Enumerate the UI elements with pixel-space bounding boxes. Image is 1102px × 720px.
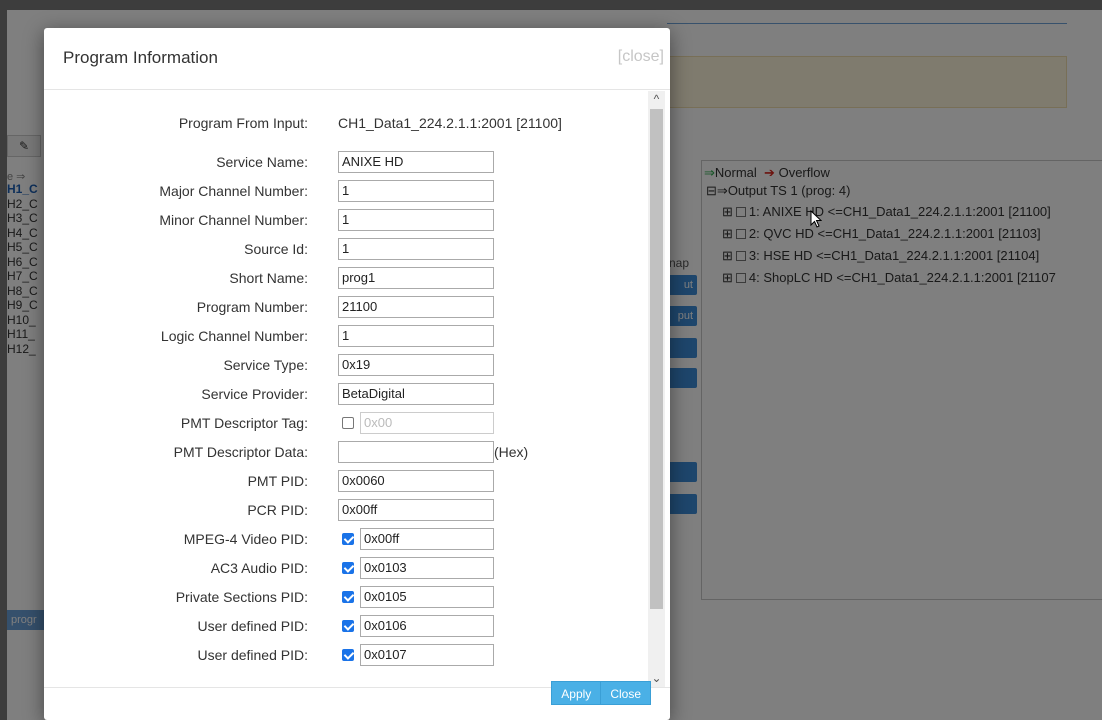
pmt-pid-input[interactable]: 0x0060 (338, 470, 494, 492)
private-sections-pid-checkbox[interactable] (342, 591, 354, 603)
field-label: User defined PID: (197, 618, 309, 634)
pcr-pid-row: PCR PID: 0x00ff (44, 499, 648, 521)
user-defined-pid-input[interactable]: 0x0107 (360, 644, 494, 666)
pmt-descriptor-tag-checkbox[interactable] (342, 417, 354, 429)
dialog-button-group: Apply Close (551, 681, 651, 705)
ac3-audio-pid-input[interactable]: 0x0103 (360, 557, 494, 579)
field-label: Major Channel Number: (159, 183, 308, 199)
apply-button[interactable]: Apply (551, 681, 602, 705)
mpeg4-video-pid-row: MPEG-4 Video PID: 0x00ff (44, 528, 648, 550)
field-label: AC3 Audio PID: (210, 560, 308, 576)
program-number-row: Program Number: 21100 (44, 296, 648, 318)
mpeg4-video-pid-input[interactable]: 0x00ff (360, 528, 494, 550)
field-label: Source Id: (244, 241, 308, 257)
field-label: MPEG-4 Video PID: (183, 531, 308, 547)
pcr-pid-input[interactable]: 0x00ff (338, 499, 494, 521)
pmt-descriptor-data-row: PMT Descriptor Data: (Hex) (44, 441, 648, 463)
field-label: Minor Channel Number: (159, 212, 308, 228)
minor-channel-input[interactable]: 1 (338, 209, 494, 231)
dialog-title: Program Information (63, 48, 218, 67)
short-name-input[interactable]: prog1 (338, 267, 494, 289)
mouse-cursor-icon (810, 210, 822, 228)
scrollbar-thumb[interactable] (650, 109, 663, 609)
service-name-input[interactable]: ANIXE HD (338, 151, 494, 173)
private-sections-pid-input[interactable]: 0x0105 (360, 586, 494, 608)
logic-channel-row: Logic Channel Number: 1 (44, 325, 648, 347)
private-sections-pid-row: Private Sections PID: 0x0105 (44, 586, 648, 608)
field-label: Logic Channel Number: (160, 328, 308, 344)
user-defined-pid-input[interactable]: 0x0106 (360, 615, 494, 637)
logic-channel-input[interactable]: 1 (338, 325, 494, 347)
field-label: Service Type: (223, 357, 308, 373)
mpeg4-video-pid-checkbox[interactable] (342, 533, 354, 545)
hex-suffix: (Hex) (494, 444, 529, 460)
service-type-row: Service Type: 0x19 (44, 354, 648, 376)
service-provider-row: Service Provider: BetaDigital (44, 383, 648, 405)
service-type-input[interactable]: 0x19 (338, 354, 494, 376)
field-label: PMT Descriptor Tag: (180, 415, 308, 431)
field-label: Service Provider: (201, 386, 308, 402)
vertical-scrollbar[interactable]: ^ ⌄ (648, 91, 665, 687)
field-label: Program From Input: (178, 115, 308, 131)
program-from-input-row: Program From Input: CH1_Data1_224.2.1.1:… (44, 112, 648, 134)
ac3-audio-pid-row: AC3 Audio PID: 0x0103 (44, 557, 648, 579)
field-label: PCR PID: (247, 502, 308, 518)
user-defined-pid-checkbox[interactable] (342, 649, 354, 661)
field-label: Short Name: (229, 270, 308, 286)
source-id-row: Source Id: 1 (44, 238, 648, 260)
field-label: Private Sections PID: (175, 589, 308, 605)
field-label: Program Number: (196, 299, 308, 315)
major-channel-row: Major Channel Number: 1 (44, 180, 648, 202)
field-label: PMT Descriptor Data: (173, 444, 308, 460)
user-defined-pid-row: User defined PID: 0x0107 (44, 644, 648, 666)
field-label: User defined PID: (197, 647, 309, 663)
user-defined-pid-checkbox[interactable] (342, 620, 354, 632)
pmt-descriptor-tag-input[interactable]: 0x00 (360, 412, 494, 434)
ac3-audio-pid-checkbox[interactable] (342, 562, 354, 574)
dialog-body[interactable]: Program From Input: CH1_Data1_224.2.1.1:… (44, 91, 670, 687)
close-button[interactable]: Close (600, 681, 651, 705)
service-name-row: Service Name: ANIXE HD (44, 151, 648, 173)
major-channel-input[interactable]: 1 (338, 180, 494, 202)
program-information-dialog: Program Information [close] Program From… (44, 28, 670, 720)
close-link[interactable]: [close] (618, 48, 664, 66)
user-defined-pid-row: User defined PID: 0x0106 (44, 615, 648, 637)
source-id-input[interactable]: 1 (338, 238, 494, 260)
scroll-up-arrow-icon[interactable]: ^ (648, 91, 665, 108)
pmt-pid-row: PMT PID: 0x0060 (44, 470, 648, 492)
program-number-input[interactable]: 21100 (338, 296, 494, 318)
dialog-footer: Apply Close (44, 681, 670, 720)
short-name-row: Short Name: prog1 (44, 267, 648, 289)
field-label: PMT PID: (247, 473, 308, 489)
pmt-descriptor-data-input[interactable] (338, 441, 494, 463)
service-provider-input[interactable]: BetaDigital (338, 383, 494, 405)
dialog-header: Program Information [close] (44, 28, 670, 90)
field-label: Service Name: (216, 154, 308, 170)
pmt-descriptor-tag-row: PMT Descriptor Tag: 0x00 (44, 412, 648, 434)
program-from-input-value: CH1_Data1_224.2.1.1:2001 [21100] (338, 115, 562, 131)
minor-channel-row: Minor Channel Number: 1 (44, 209, 648, 231)
